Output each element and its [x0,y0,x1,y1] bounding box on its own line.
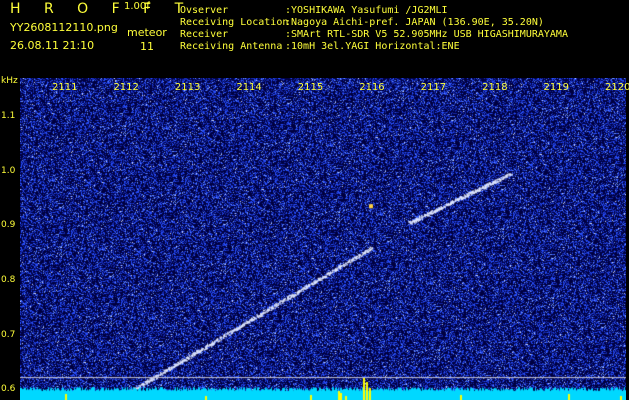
image-filename: YY2608112110.png [10,21,118,34]
x-tick-label: 2119 [543,82,569,93]
x-tick-label: 2116 [359,82,385,93]
observer-label: Ovserver [180,5,229,16]
x-tick-label: 2111 [52,82,78,93]
y-tick-label: 1.1 [1,111,16,122]
x-tick-label: 2120 [605,82,629,93]
app-version: 1.00f [124,1,150,12]
y-tick-label: 1.0 [1,165,16,176]
y-tick-label: 0.8 [1,274,16,285]
y-tick-label: 0.6 [1,384,16,395]
location-label: Receiving Location [180,17,289,28]
x-tick-label: 2113 [174,82,201,93]
y-tick-label: 0.7 [1,329,16,340]
y-axis: kHz 1.1 1.0 0.9 0.8 0.7 0.6 [0,72,20,400]
antenna-label: Receiving Antenna [180,41,283,52]
observer-value: :YOSHIKAWA Yasufumi /JG2MLI [285,5,448,16]
receiver-label: Receiver [180,29,229,40]
spectrogram-canvas [20,78,626,400]
x-tick-label: 2114 [236,82,262,93]
y-axis-unit: kHz [1,76,18,86]
x-tick-label: 2112 [113,82,139,93]
receiver-value: :SMArt RTL-SDR V5 52.905MHz USB HIGASHIM… [285,29,568,40]
y-tick-label: 0.9 [1,220,16,231]
antenna-value: :10mH 3el.YAGI Horizontal:ENE [285,41,460,52]
event-count: 11 [140,40,154,53]
x-tick-label: 2117 [420,82,447,93]
x-tick-label: 2115 [297,82,324,93]
location-value: :Nagoya Aichi-pref. JAPAN (136.90E, 35.2… [285,17,544,28]
app-title: H R O F F T [10,1,193,17]
header-panel: H R O F F T 1.00f YY2608112110.png 26.08… [0,0,629,72]
event-type: meteor [127,26,167,39]
x-tick-label: 2118 [482,82,508,93]
capture-datetime: 26.08.11 21:10 [10,39,95,52]
